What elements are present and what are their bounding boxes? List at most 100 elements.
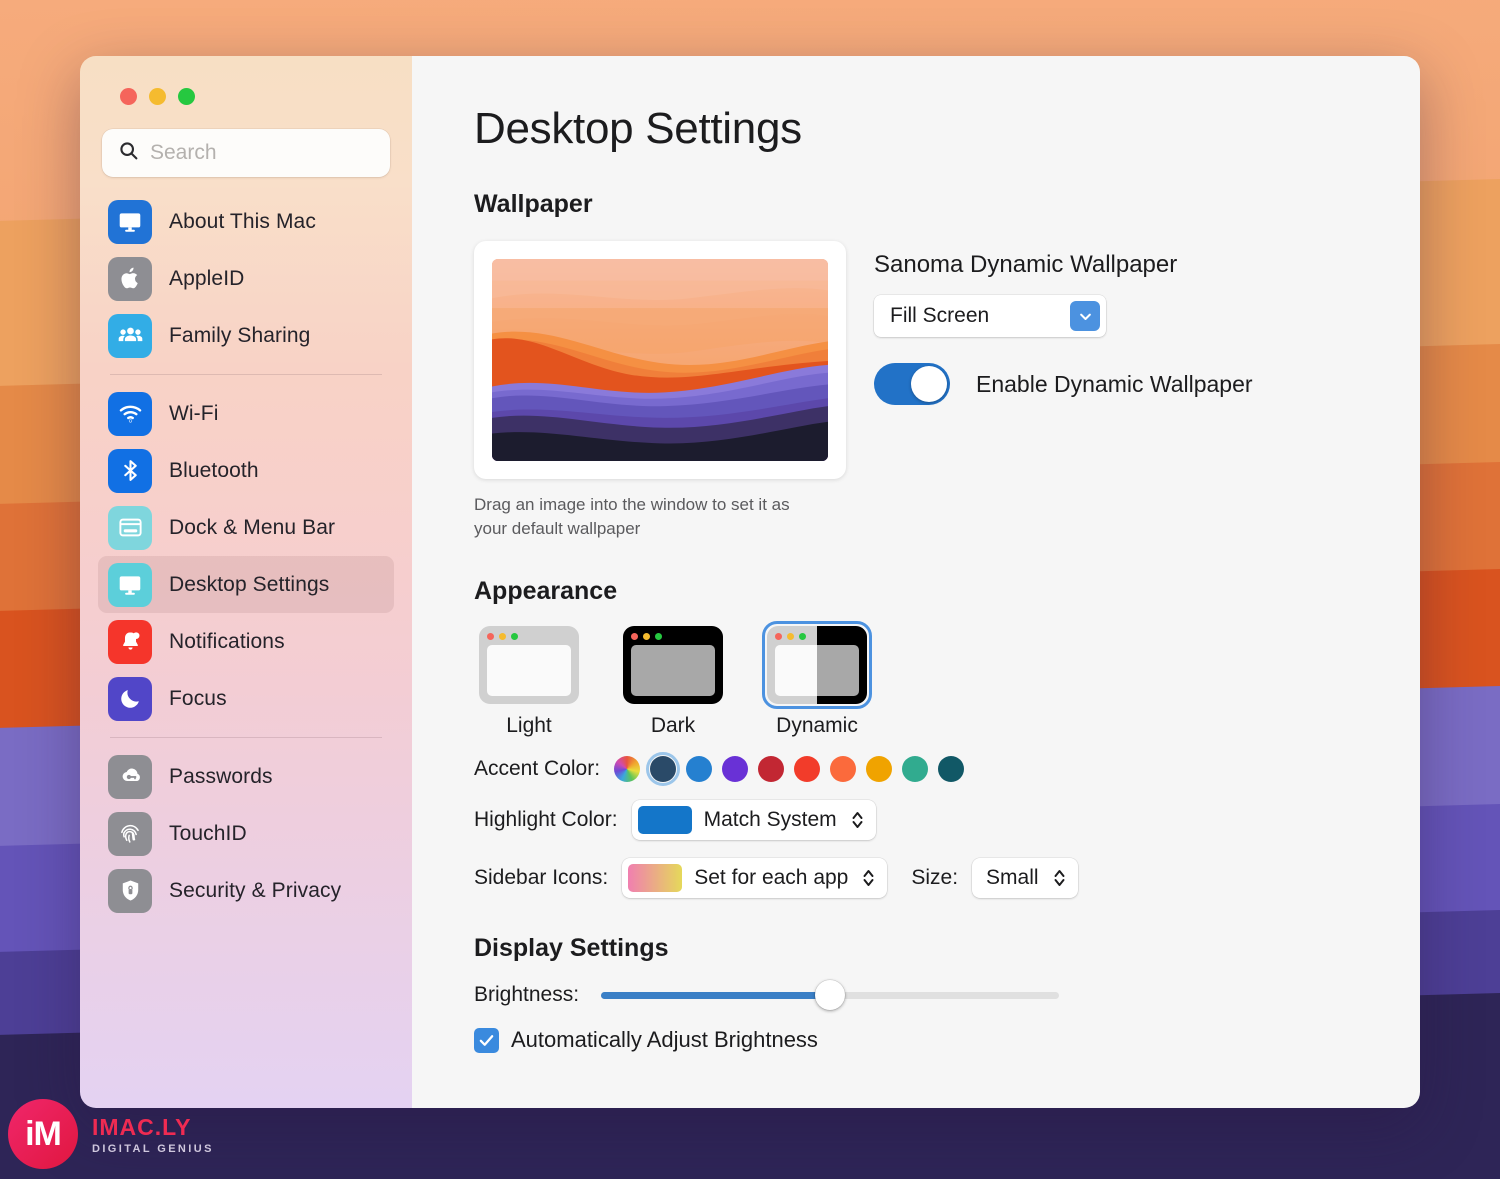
wallpaper-controls: Sanoma Dynamic Wallpaper Fill Screen Ena… [874,241,1253,541]
accent-swatch-graphite[interactable] [646,752,681,787]
minimize-button[interactable] [149,88,166,105]
theme-label: Dark [650,714,696,738]
size-dropdown[interactable]: Small [972,858,1078,899]
accent-swatch-green[interactable] [902,756,929,783]
moon-icon [108,676,152,721]
wallpaper-name: Sanoma Dynamic Wallpaper [874,251,1178,278]
accent-swatch-blue[interactable] [686,756,713,783]
sidebar-item-security-privacy[interactable]: Security & Privacy [98,862,394,919]
sidebar-icons-dropdown[interactable]: Set for each app [622,858,888,899]
sidebar-icons-value: Set for each app [694,866,849,890]
accent-swatch-multicolor[interactable] [614,756,641,783]
enable-dynamic-wallpaper-label: Enable Dynamic Wallpaper [976,370,1253,397]
sidebar-item-appleid[interactable]: AppleID [98,250,394,307]
toggle-knob [911,366,947,402]
chevron-down-icon[interactable] [1070,301,1100,331]
thumbnail-traffic-lights [487,633,518,641]
accent-color-swatches [614,752,965,787]
sidebar-item-family-sharing[interactable]: Family Sharing [98,307,394,364]
theme-option-dynamic[interactable]: Dynamic [762,621,872,738]
people-icon [108,313,152,358]
sidebar-item-label: AppleID [169,266,245,290]
sidebar-item-label: Wi-Fi [169,401,219,425]
accent-swatch-teal[interactable] [938,756,965,783]
highlight-color-chip [637,806,692,835]
accent-swatch-yellow[interactable] [866,756,893,783]
zoom-button[interactable] [178,88,195,105]
sidebar-item-about-this-mac[interactable]: About This Mac [98,193,394,250]
brightness-slider-fill [601,991,831,999]
auto-brightness-row[interactable]: Automatically Adjust Brightness [474,1027,1380,1053]
brightness-slider[interactable] [601,980,1060,1011]
display-icon [108,199,152,244]
accent-swatch-red[interactable] [794,756,821,783]
chevron-up-down-icon[interactable] [862,868,875,888]
highlight-color-label: Highlight Color: [474,808,618,832]
theme-label: Dynamic [776,714,858,738]
sidebar-item-label: About This Mac [169,209,316,233]
close-button[interactable] [120,88,137,105]
accent-swatch-crimson[interactable] [758,756,785,783]
chevron-up-down-icon[interactable] [851,810,864,830]
theme-thumbnail-dark [623,626,723,705]
accent-color-row: Accent Color: [474,752,1380,787]
size-label: Size: [911,866,959,890]
sidebar-item-dock-menu-bar[interactable]: Dock & Menu Bar [98,499,394,556]
watermark-logo-icon: iM [8,1099,78,1169]
auto-brightness-label: Automatically Adjust Brightness [511,1027,818,1053]
sidebar-item-bluetooth[interactable]: Bluetooth [98,442,394,499]
fingerprint-icon [108,811,152,856]
sidebar-item-wi-fi[interactable]: Wi-Fi [98,385,394,442]
bluetooth-icon [108,448,152,493]
sidebar-item-notifications[interactable]: Notifications [98,613,394,670]
sidebar-item-desktop-settings[interactable]: Desktop Settings [98,556,394,613]
sidebar-nav: About This Mac AppleID Family Sharing Wi… [98,193,394,919]
search-input[interactable] [150,141,374,165]
watermark-tagline: DIGITAL GENIUS [92,1142,214,1155]
sidebar-item-label: Bluetooth [169,458,259,482]
wallpaper-preview-frame[interactable] [474,241,846,479]
wifi-icon [108,391,152,436]
search-field[interactable] [102,129,390,177]
brightness-label: Brightness: [474,983,580,1007]
chevron-up-down-icon[interactable] [1053,868,1066,888]
section-title-wallpaper: Wallpaper [474,190,593,218]
sidebar-icons-chip [628,864,683,893]
bell-icon [108,619,152,664]
shield-lock-icon [108,868,152,913]
sidebar-item-label: Dock & Menu Bar [169,515,336,539]
key-cloud-icon [108,754,152,799]
wallpaper-caption: Drag an image into the window to set it … [474,495,790,539]
theme-option-dark[interactable]: Dark [618,626,728,738]
sidebar-divider [110,737,382,738]
watermark-name: IMAC.LY [92,1113,192,1140]
sidebar-item-touchid[interactable]: TouchID [98,805,394,862]
content-pane: Desktop Settings Wallpaper Drag an image… [412,56,1420,1108]
section-title-appearance: Appearance [474,577,618,606]
sidebar-icons-label: Sidebar Icons: [474,866,609,890]
size-value: Small [986,866,1039,890]
accent-swatch-purple[interactable] [722,756,749,783]
theme-thumbnail-dynamic [767,626,867,705]
theme-label: Light [506,714,552,738]
page-title: Desktop Settings [474,104,802,153]
sidebar-item-label: Desktop Settings [169,572,330,596]
wallpaper-fit-dropdown[interactable]: Fill Screen [874,295,1106,337]
thumbnail-traffic-lights [631,633,662,641]
auto-brightness-checkbox[interactable] [474,1027,499,1053]
sidebar-item-passwords[interactable]: Passwords [98,748,394,805]
brightness-slider-knob[interactable] [815,980,846,1011]
highlight-color-dropdown[interactable]: Match System [631,800,876,841]
sidebar-item-focus[interactable]: Focus [98,670,394,727]
section-title-display-settings: Display Settings [474,934,669,963]
desktop-icon [108,562,152,607]
sidebar-item-label: Security & Privacy [169,878,342,902]
wallpaper-row: Drag an image into the window to set it … [474,241,1380,541]
accent-swatch-orange[interactable] [830,756,857,783]
wallpaper-preview-image [492,259,828,461]
enable-dynamic-wallpaper-toggle[interactable] [874,363,950,405]
checkmark-icon [479,1034,494,1046]
theme-option-light[interactable]: Light [474,626,584,738]
brightness-row: Brightness: [474,980,1380,1011]
wallpaper-waves [492,259,828,461]
